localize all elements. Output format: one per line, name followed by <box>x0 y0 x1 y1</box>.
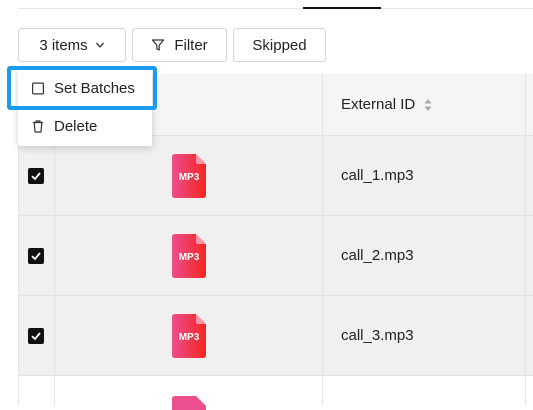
checkbox-checked-icon <box>31 332 41 341</box>
items-dropdown-button[interactable]: 3 items <box>18 28 126 62</box>
checkbox-checked-icon <box>31 252 41 261</box>
filter-button[interactable]: Filter <box>132 28 227 62</box>
mp3-file-icon: MP3 <box>172 314 206 358</box>
top-tab-bar <box>0 0 533 10</box>
row-checkbox[interactable] <box>28 168 44 184</box>
delete-menu-item[interactable]: Delete <box>18 108 152 144</box>
row-checkbox[interactable] <box>28 248 44 264</box>
chevron-down-icon <box>95 42 104 48</box>
mp3-file-label: MP3 <box>179 172 200 183</box>
items-count-label: 3 items <box>39 36 88 54</box>
set-batches-menu-item[interactable]: Set Batches <box>18 70 152 106</box>
sort-icon[interactable] <box>424 98 432 112</box>
mp3-file-icon: MP3 <box>172 154 206 198</box>
table-row[interactable]: MP3 call_3.mp3 <box>18 296 533 376</box>
active-tab-indicator <box>303 7 381 9</box>
toolbar: 3 items Filter Skipped <box>18 28 326 62</box>
tab-bar-divider <box>18 8 533 9</box>
table-row[interactable]: MP3 call_2.mp3 <box>18 216 533 296</box>
skipped-label: Skipped <box>252 36 307 54</box>
set-batches-label: Set Batches <box>54 79 135 97</box>
table-row-partial <box>18 376 533 410</box>
trash-icon <box>33 119 43 133</box>
column-divider <box>322 74 323 405</box>
column-header-external-id[interactable]: External ID <box>341 96 432 113</box>
checkbox-checked-icon <box>31 172 41 181</box>
column-divider <box>525 74 526 405</box>
mp3-file-icon <box>172 396 206 410</box>
row-checkbox[interactable] <box>28 328 44 344</box>
table-row[interactable]: MP3 call_1.mp3 <box>18 136 533 216</box>
delete-label: Delete <box>54 117 98 135</box>
mp3-file-label: MP3 <box>179 252 200 263</box>
mp3-file-label: MP3 <box>179 332 200 343</box>
filter-label: Filter <box>174 36 208 54</box>
skipped-button[interactable]: Skipped <box>233 28 326 62</box>
checkbox-outline-icon <box>32 82 44 94</box>
bulk-actions-menu: Set Batches Delete <box>18 68 152 146</box>
external-id-cell: call_1.mp3 <box>341 167 414 184</box>
mp3-file-icon: MP3 <box>172 234 206 278</box>
external-id-cell: call_2.mp3 <box>341 247 414 264</box>
column-header-label: External ID <box>341 96 416 113</box>
external-id-cell: call_3.mp3 <box>341 327 414 344</box>
filter-icon <box>152 39 165 51</box>
